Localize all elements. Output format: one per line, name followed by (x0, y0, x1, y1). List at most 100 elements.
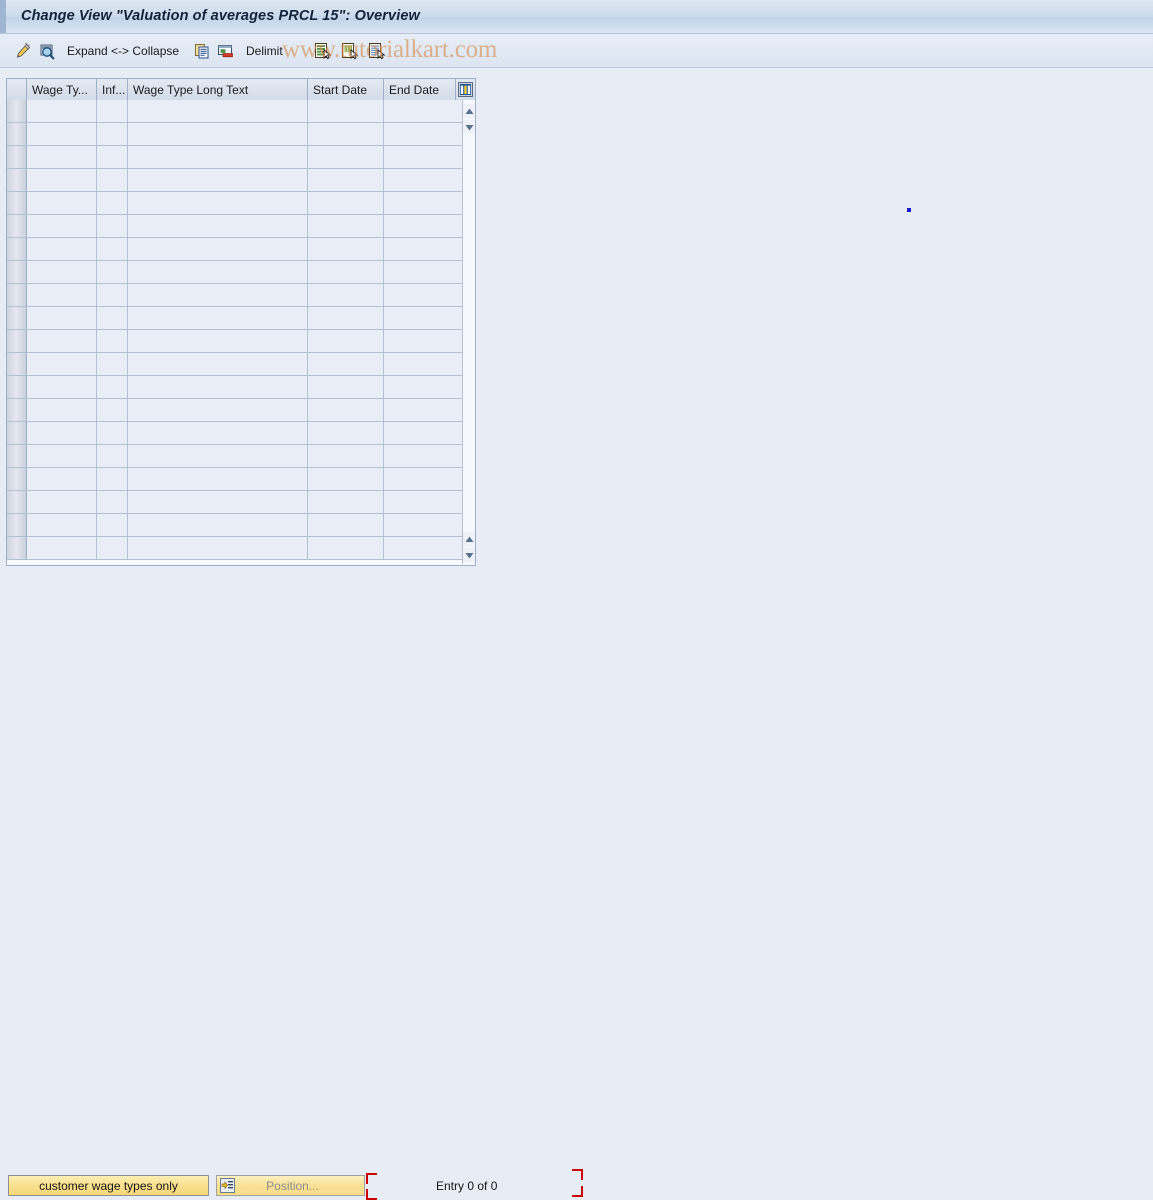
cell-wage-type-long-text[interactable] (128, 146, 308, 168)
cell-end-date[interactable] (384, 146, 462, 168)
table-row[interactable] (7, 146, 462, 169)
cell-end-date[interactable] (384, 238, 462, 260)
select-block-button[interactable] (368, 34, 386, 68)
row-select-button[interactable] (7, 445, 27, 467)
cell-wage-type-long-text[interactable] (128, 307, 308, 329)
delete-button[interactable] (217, 34, 234, 68)
table-header-wage-type-long-text[interactable]: Wage Type Long Text (128, 79, 308, 100)
cell-start-date[interactable] (308, 146, 384, 168)
cell-start-date[interactable] (308, 491, 384, 513)
table-row[interactable] (7, 468, 462, 491)
row-select-button[interactable] (7, 192, 27, 214)
cell-wage-type-long-text[interactable] (128, 537, 308, 559)
row-select-button[interactable] (7, 399, 27, 421)
cell-start-date[interactable] (308, 376, 384, 398)
cell-end-date[interactable] (384, 100, 462, 122)
copy-as-button[interactable] (194, 34, 211, 68)
row-select-button[interactable] (7, 514, 27, 536)
table-row[interactable] (7, 284, 462, 307)
cell-wage-type[interactable] (27, 307, 97, 329)
cell-end-date[interactable] (384, 192, 462, 214)
cell-end-date[interactable] (384, 514, 462, 536)
table-row[interactable] (7, 491, 462, 514)
cell-start-date[interactable] (308, 123, 384, 145)
cell-wage-type-long-text[interactable] (128, 238, 308, 260)
cell-infotype[interactable] (97, 215, 128, 237)
table-row[interactable] (7, 192, 462, 215)
table-row[interactable] (7, 514, 462, 537)
table-header-select-all-cell[interactable] (7, 79, 27, 100)
table-header-wage-type[interactable]: Wage Ty... (27, 79, 97, 100)
table-row[interactable] (7, 422, 462, 445)
table-header-end-date[interactable]: End Date (384, 79, 456, 100)
cell-end-date[interactable] (384, 399, 462, 421)
cell-start-date[interactable] (308, 307, 384, 329)
cell-start-date[interactable] (308, 422, 384, 444)
cell-wage-type-long-text[interactable] (128, 123, 308, 145)
cell-wage-type-long-text[interactable] (128, 468, 308, 490)
select-all-button[interactable] (314, 34, 332, 68)
cell-infotype[interactable] (97, 238, 128, 260)
cell-wage-type[interactable] (27, 100, 97, 122)
table-header-infotype[interactable]: Inf... (97, 79, 128, 100)
table-row[interactable] (7, 261, 462, 284)
cell-wage-type-long-text[interactable] (128, 215, 308, 237)
cell-wage-type-long-text[interactable] (128, 445, 308, 467)
row-select-button[interactable] (7, 491, 27, 513)
cell-wage-type[interactable] (27, 330, 97, 352)
cell-infotype[interactable] (97, 192, 128, 214)
table-vertical-scrollbar[interactable] (462, 100, 475, 564)
cell-wage-type-long-text[interactable] (128, 514, 308, 536)
table-row[interactable] (7, 169, 462, 192)
cell-wage-type[interactable] (27, 422, 97, 444)
cell-wage-type-long-text[interactable] (128, 376, 308, 398)
cell-wage-type[interactable] (27, 123, 97, 145)
table-row[interactable] (7, 376, 462, 399)
cell-wage-type-long-text[interactable] (128, 261, 308, 283)
cell-infotype[interactable] (97, 284, 128, 306)
cell-end-date[interactable] (384, 376, 462, 398)
scroll-up-button-top[interactable] (463, 104, 475, 118)
row-select-button[interactable] (7, 261, 27, 283)
table-row[interactable] (7, 123, 462, 146)
cell-wage-type[interactable] (27, 399, 97, 421)
cell-infotype[interactable] (97, 123, 128, 145)
table-row[interactable] (7, 215, 462, 238)
cell-wage-type[interactable] (27, 261, 97, 283)
row-select-button[interactable] (7, 376, 27, 398)
cell-end-date[interactable] (384, 491, 462, 513)
customer-wage-types-only-button[interactable]: customer wage types only (8, 1175, 209, 1196)
position-button[interactable]: Position... (216, 1175, 365, 1196)
cell-wage-type-long-text[interactable] (128, 192, 308, 214)
cell-infotype[interactable] (97, 146, 128, 168)
cell-infotype[interactable] (97, 445, 128, 467)
cell-wage-type[interactable] (27, 192, 97, 214)
cell-wage-type[interactable] (27, 445, 97, 467)
cell-infotype[interactable] (97, 399, 128, 421)
cell-start-date[interactable] (308, 353, 384, 375)
row-select-button[interactable] (7, 353, 27, 375)
cell-start-date[interactable] (308, 238, 384, 260)
cell-infotype[interactable] (97, 353, 128, 375)
table-row[interactable] (7, 100, 462, 123)
cell-wage-type-long-text[interactable] (128, 399, 308, 421)
cell-end-date[interactable] (384, 353, 462, 375)
cell-infotype[interactable] (97, 169, 128, 191)
cell-end-date[interactable] (384, 537, 462, 559)
cell-start-date[interactable] (308, 100, 384, 122)
cell-infotype[interactable] (97, 491, 128, 513)
cell-end-date[interactable] (384, 422, 462, 444)
row-select-button[interactable] (7, 215, 27, 237)
scroll-up-button-bottom[interactable] (463, 532, 475, 546)
cell-start-date[interactable] (308, 445, 384, 467)
cell-start-date[interactable] (308, 330, 384, 352)
row-select-button[interactable] (7, 330, 27, 352)
cell-start-date[interactable] (308, 261, 384, 283)
table-row[interactable] (7, 238, 462, 261)
cell-end-date[interactable] (384, 215, 462, 237)
cell-wage-type[interactable] (27, 514, 97, 536)
cell-end-date[interactable] (384, 330, 462, 352)
cell-end-date[interactable] (384, 307, 462, 329)
row-select-button[interactable] (7, 123, 27, 145)
cell-start-date[interactable] (308, 284, 384, 306)
